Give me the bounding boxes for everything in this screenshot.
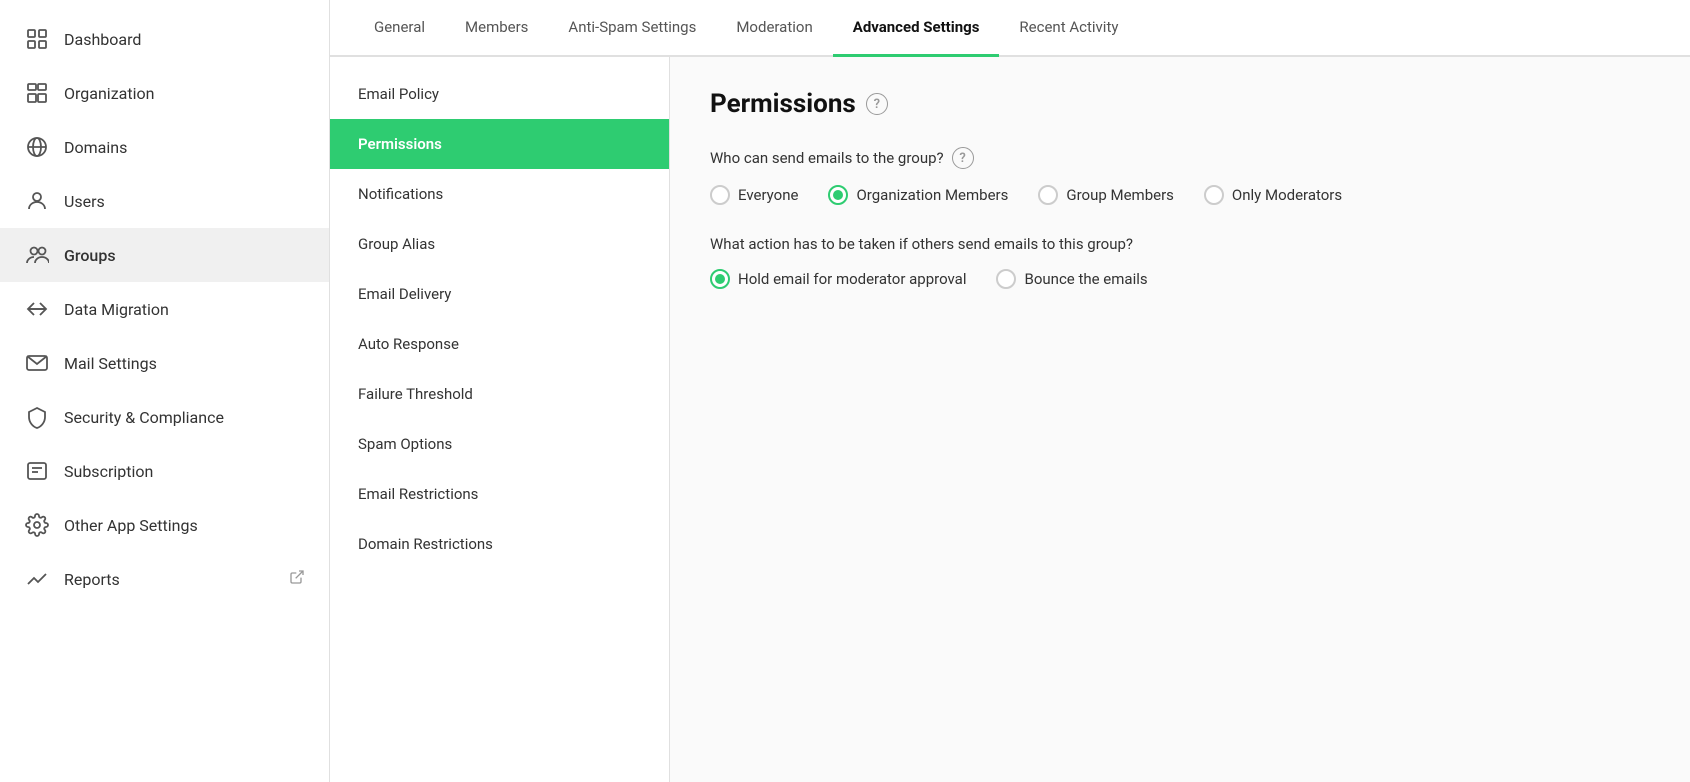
- sidebar-item-data-migration[interactable]: Data Migration: [0, 282, 329, 336]
- radio-label-group-members: Group Members: [1066, 186, 1174, 204]
- inner-layout: Email Policy Permissions Notifications G…: [330, 57, 1690, 782]
- radio-label-only-moderators: Only Moderators: [1232, 186, 1342, 204]
- radio-label-everyone: Everyone: [738, 186, 798, 204]
- subscription-icon: [24, 458, 50, 484]
- sub-nav-email-policy[interactable]: Email Policy: [330, 69, 669, 119]
- radio-circle-group-members: [1038, 185, 1058, 205]
- organization-icon: [24, 80, 50, 106]
- radio-label-org-members: Organization Members: [856, 186, 1008, 204]
- sub-nav-permissions[interactable]: Permissions: [330, 119, 669, 169]
- reports-icon: [24, 566, 50, 592]
- tab-members[interactable]: Members: [445, 0, 548, 57]
- content-panel: Permissions ? Who can send emails to the…: [670, 57, 1690, 782]
- sidebar-label-mail-settings: Mail Settings: [64, 354, 305, 373]
- dashboard-icon: [24, 26, 50, 52]
- sidebar-label-dashboard: Dashboard: [64, 30, 305, 49]
- mail-settings-icon: [24, 350, 50, 376]
- sub-nav-email-delivery[interactable]: Email Delivery: [330, 269, 669, 319]
- sub-nav-domain-restrictions[interactable]: Domain Restrictions: [330, 519, 669, 569]
- radio-bounce-emails[interactable]: Bounce the emails: [996, 269, 1147, 289]
- sidebar-label-users: Users: [64, 192, 305, 211]
- section1-help-icon[interactable]: ?: [952, 147, 974, 169]
- sidebar-label-data-migration: Data Migration: [64, 300, 305, 319]
- permissions-help-icon[interactable]: ?: [866, 93, 888, 115]
- sub-nav: Email Policy Permissions Notifications G…: [330, 57, 670, 782]
- sidebar-label-organization: Organization: [64, 84, 305, 103]
- tab-advanced-settings[interactable]: Advanced Settings: [833, 0, 1000, 57]
- sidebar-item-subscription[interactable]: Subscription: [0, 444, 329, 498]
- radio-label-bounce-emails: Bounce the emails: [1024, 270, 1147, 288]
- radio-circle-hold-email: [710, 269, 730, 289]
- section2-question: What action has to be taken if others se…: [710, 235, 1650, 253]
- sidebar-label-domains: Domains: [64, 138, 305, 157]
- main-area: General Members Anti-Spam Settings Moder…: [330, 0, 1690, 782]
- tab-moderation[interactable]: Moderation: [716, 0, 832, 57]
- tab-recent-activity[interactable]: Recent Activity: [999, 0, 1138, 57]
- sidebar-item-users[interactable]: Users: [0, 174, 329, 228]
- domains-icon: [24, 134, 50, 160]
- sub-nav-spam-options[interactable]: Spam Options: [330, 419, 669, 469]
- sidebar-item-groups[interactable]: Groups: [0, 228, 329, 282]
- sidebar-label-reports: Reports: [64, 570, 275, 589]
- sidebar-item-other-app-settings[interactable]: Other App Settings: [0, 498, 329, 552]
- radio-circle-only-moderators: [1204, 185, 1224, 205]
- section-what-action: What action has to be taken if others se…: [710, 235, 1650, 289]
- sidebar-item-reports[interactable]: Reports: [0, 552, 329, 606]
- content-title: Permissions ?: [710, 89, 1650, 119]
- tab-anti-spam[interactable]: Anti-Spam Settings: [548, 0, 716, 57]
- tab-general[interactable]: General: [354, 0, 445, 57]
- sub-nav-auto-response[interactable]: Auto Response: [330, 319, 669, 369]
- section1-question: Who can send emails to the group? ?: [710, 147, 1650, 169]
- sidebar-item-domains[interactable]: Domains: [0, 120, 329, 174]
- users-icon: [24, 188, 50, 214]
- radio-circle-bounce-emails: [996, 269, 1016, 289]
- groups-icon: [24, 242, 50, 268]
- radio-circle-everyone: [710, 185, 730, 205]
- section1-radio-group: Everyone Organization Members Group Memb…: [710, 185, 1650, 205]
- permissions-title: Permissions: [710, 89, 856, 119]
- sidebar-label-security: Security & Compliance: [64, 408, 305, 427]
- radio-group-members[interactable]: Group Members: [1038, 185, 1174, 205]
- sidebar-item-mail-settings[interactable]: Mail Settings: [0, 336, 329, 390]
- sub-nav-failure-threshold[interactable]: Failure Threshold: [330, 369, 669, 419]
- data-migration-icon: [24, 296, 50, 322]
- section2-radio-group: Hold email for moderator approval Bounce…: [710, 269, 1650, 289]
- sidebar-label-subscription: Subscription: [64, 462, 305, 481]
- radio-circle-org-members: [828, 185, 848, 205]
- sidebar-item-security-compliance[interactable]: Security & Compliance: [0, 390, 329, 444]
- section-who-can-send: Who can send emails to the group? ? Ever…: [710, 147, 1650, 205]
- tab-bar: General Members Anti-Spam Settings Moder…: [330, 0, 1690, 57]
- radio-only-moderators[interactable]: Only Moderators: [1204, 185, 1342, 205]
- sub-nav-email-restrictions[interactable]: Email Restrictions: [330, 469, 669, 519]
- radio-label-hold-email: Hold email for moderator approval: [738, 270, 966, 288]
- sidebar-item-dashboard[interactable]: Dashboard: [0, 12, 329, 66]
- sidebar-item-organization[interactable]: Organization: [0, 66, 329, 120]
- sub-nav-notifications[interactable]: Notifications: [330, 169, 669, 219]
- radio-org-members[interactable]: Organization Members: [828, 185, 1008, 205]
- sidebar-label-other-app: Other App Settings: [64, 516, 305, 535]
- security-icon: [24, 404, 50, 430]
- sub-nav-group-alias[interactable]: Group Alias: [330, 219, 669, 269]
- sidebar: Dashboard Organization Domains Users Gro…: [0, 0, 330, 782]
- sidebar-label-groups: Groups: [64, 246, 305, 265]
- radio-everyone[interactable]: Everyone: [710, 185, 798, 205]
- external-link-icon: [289, 569, 305, 589]
- other-app-icon: [24, 512, 50, 538]
- radio-hold-email[interactable]: Hold email for moderator approval: [710, 269, 966, 289]
